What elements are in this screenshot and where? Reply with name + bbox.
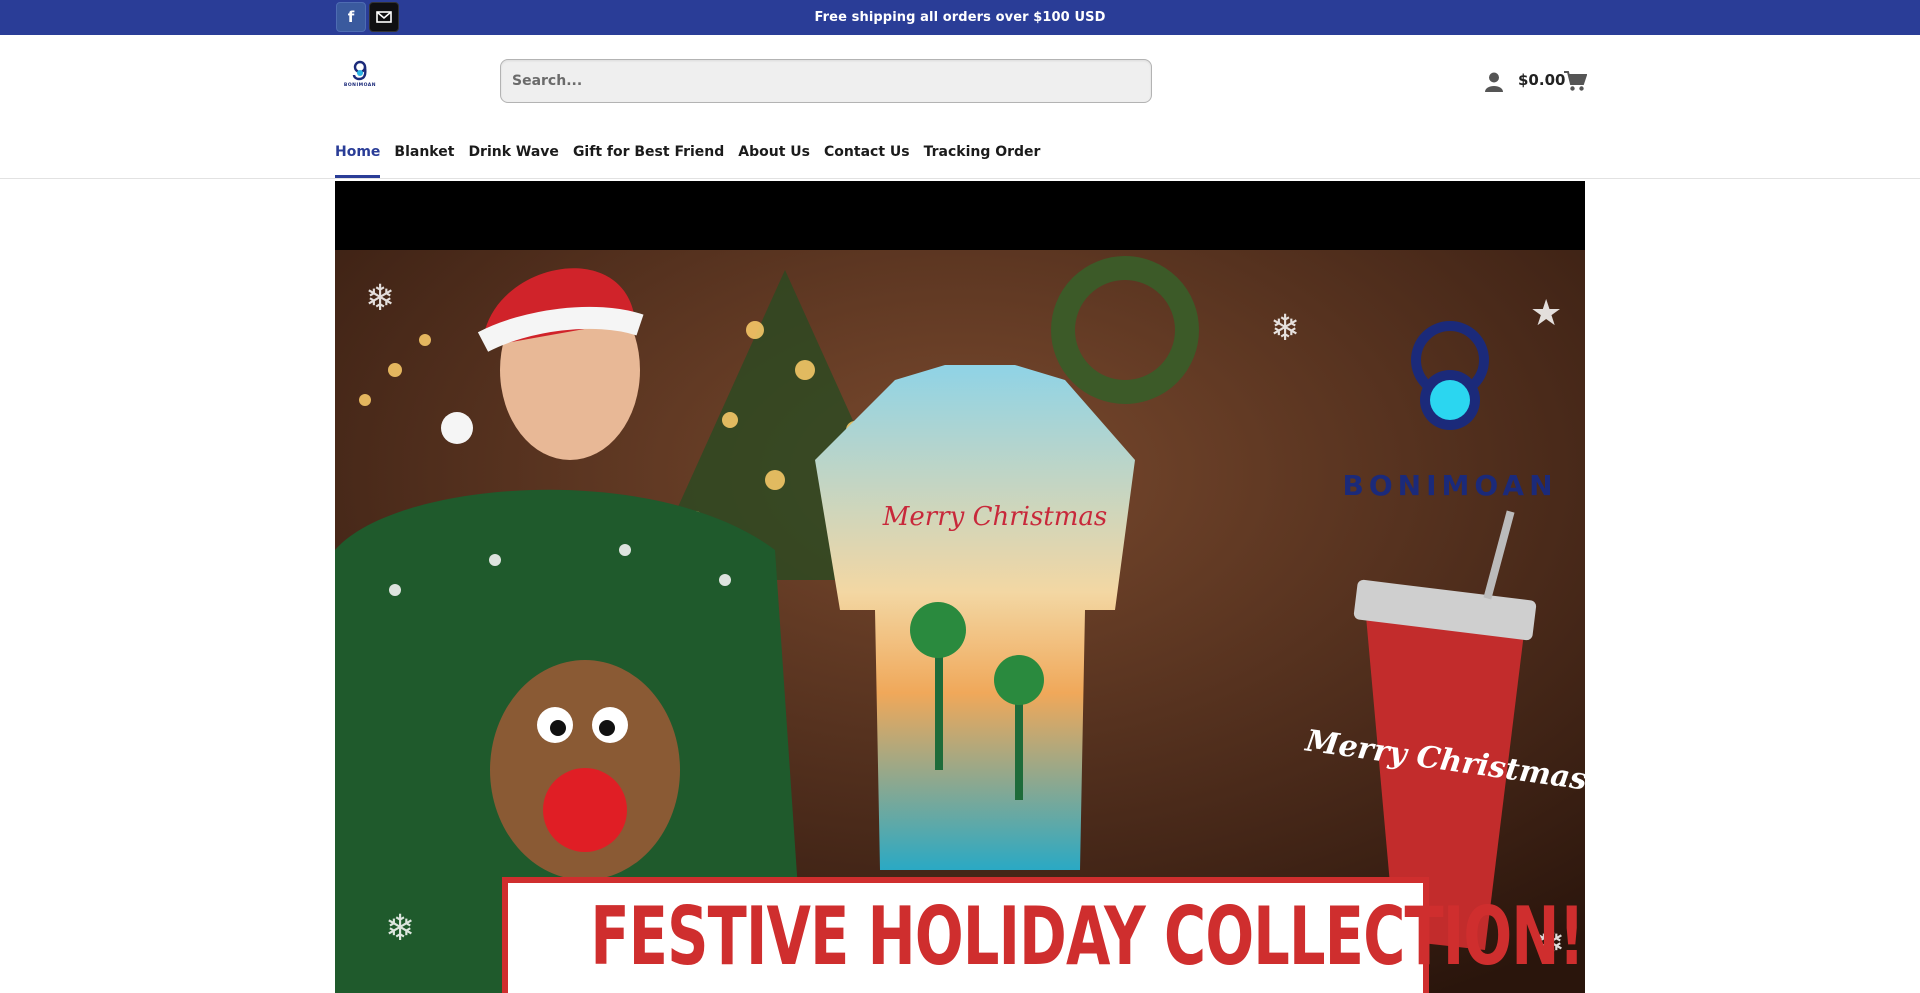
search-box[interactable] — [500, 59, 1152, 103]
nav-item-about-us[interactable]: About Us — [738, 140, 810, 178]
svg-text:Merry Christmas: Merry Christmas — [882, 502, 1108, 532]
svg-text:❄: ❄ — [385, 908, 415, 949]
hero-banner[interactable]: Merry Christmas Merry Christmas BONIMOAN… — [335, 181, 1585, 993]
svg-text:★: ★ — [1530, 293, 1562, 334]
nav-item-gift-for-best-friend[interactable]: Gift for Best Friend — [573, 140, 724, 178]
nav-item-home[interactable]: Home — [335, 140, 381, 178]
hero-top-black-strip — [335, 181, 1585, 250]
top-announcement-bar: f Free shipping all orders over $100 USD — [0, 0, 1920, 35]
bonimoan-logo-icon — [352, 60, 367, 81]
main-navigation: Home Blanket Drink Wave Gift for Best Fr… — [335, 140, 1054, 178]
svg-text:❄: ❄ — [1270, 308, 1300, 349]
nav-item-drink-wave[interactable]: Drink Wave — [468, 140, 559, 178]
user-icon[interactable] — [1484, 71, 1504, 93]
nav-item-blanket[interactable]: Blanket — [394, 140, 454, 178]
svg-text:❄: ❄ — [365, 278, 395, 319]
logo-wordmark: BONIMOAN — [343, 83, 377, 88]
header-divider — [0, 178, 1920, 179]
reindeer-nose — [543, 768, 627, 852]
cart-total[interactable]: $0.00 — [1518, 71, 1565, 89]
festive-collection-banner[interactable]: FESTIVE HOLIDAY COLLECTION! — [502, 877, 1585, 993]
nav-item-tracking-order[interactable]: Tracking Order — [924, 140, 1041, 178]
nav-item-contact-us[interactable]: Contact Us — [824, 140, 910, 178]
search-input[interactable] — [501, 60, 1151, 102]
banner-headline: FESTIVE HOLIDAY COLLECTION! — [590, 889, 1584, 984]
cart-icon[interactable] — [1563, 70, 1587, 92]
svg-text:BONIMOAN: BONIMOAN — [1342, 469, 1557, 502]
site-logo[interactable]: BONIMOAN — [338, 60, 382, 94]
free-shipping-message: Free shipping all orders over $100 USD — [814, 10, 1106, 25]
